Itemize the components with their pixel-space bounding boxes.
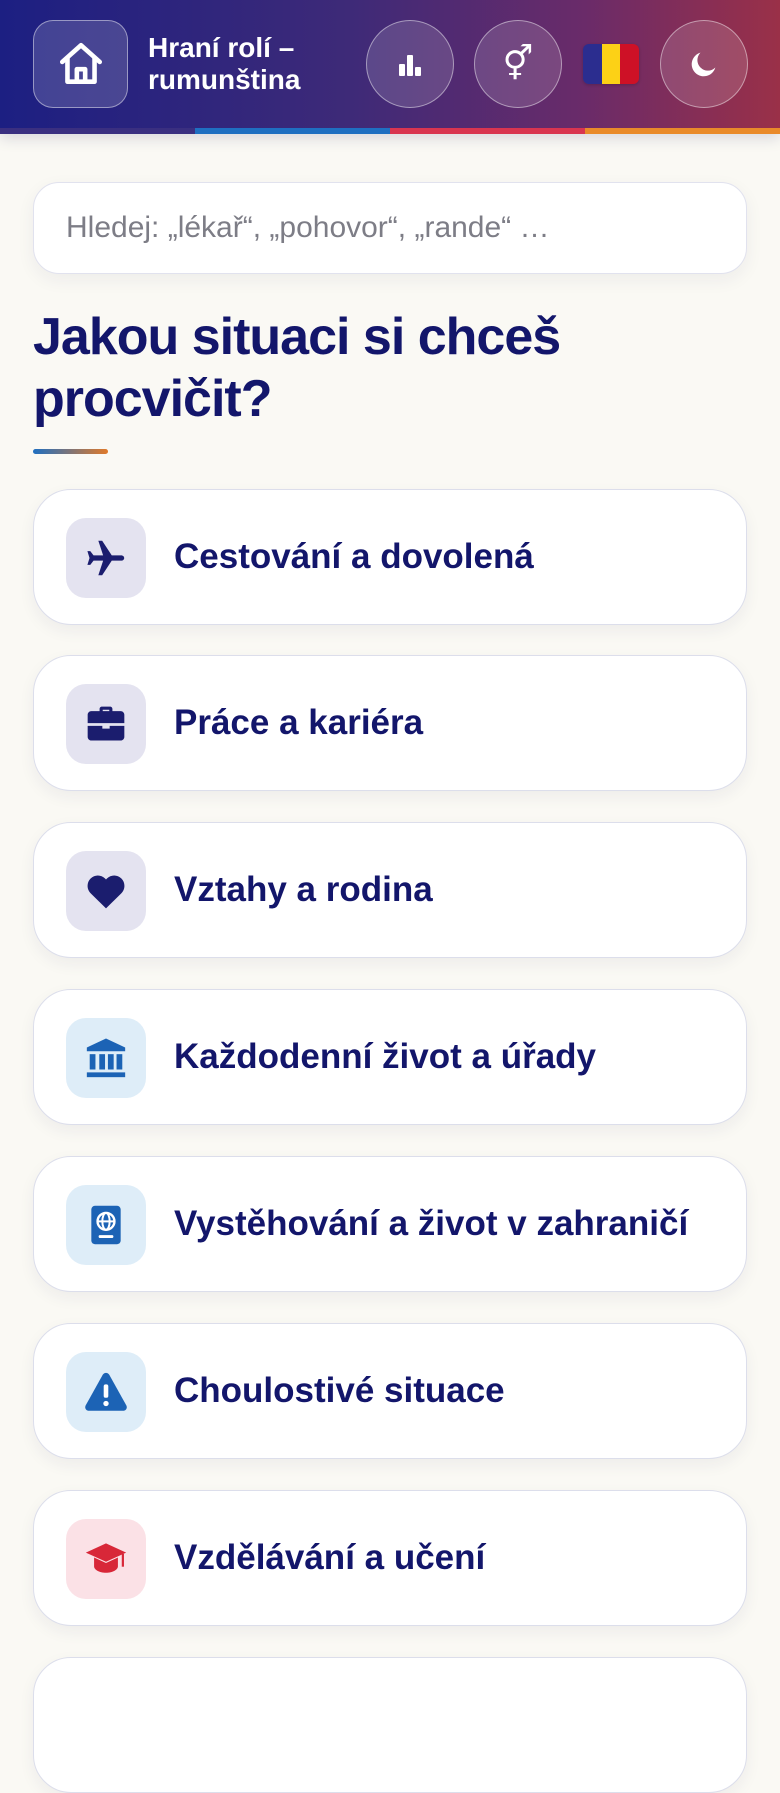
category-icon-box xyxy=(66,1519,146,1599)
category-label: Choulostivé situace xyxy=(174,1371,505,1410)
heart-icon xyxy=(87,875,125,909)
category-emigration[interactable]: Vystěhování a život v zahraničí xyxy=(33,1156,747,1292)
app-title: Hraní rolí – rumunština xyxy=(148,32,301,95)
plane-icon xyxy=(87,540,125,576)
gender-button[interactable]: ⚥ xyxy=(474,20,562,108)
passport-icon xyxy=(91,1205,121,1245)
warning-icon xyxy=(85,1372,127,1411)
category-label: Vystěhování a život v zahraničí xyxy=(174,1204,689,1243)
stats-button[interactable] xyxy=(366,20,454,108)
category-sensitive[interactable]: Choulostivé situace xyxy=(33,1323,747,1459)
category-icon-box xyxy=(66,1352,146,1432)
category-label: Vztahy a rodina xyxy=(174,870,433,909)
bank-icon xyxy=(86,1038,126,1078)
gender-icon: ⚥ xyxy=(502,45,534,83)
briefcase-icon xyxy=(87,706,125,741)
search-input[interactable] xyxy=(33,182,747,274)
category-everyday[interactable]: Každodenní život a úřady xyxy=(33,989,747,1125)
page-title: Jakou situaci si chceš procvičit? xyxy=(33,308,561,428)
graduation-cap-icon xyxy=(85,1543,127,1573)
category-label: Cestování a dovolená xyxy=(174,537,534,576)
category-next-partial[interactable] xyxy=(33,1657,747,1793)
category-education[interactable]: Vzdělávání a učení xyxy=(33,1490,747,1626)
category-relationships[interactable]: Vztahy a rodina xyxy=(33,822,747,958)
home-icon xyxy=(59,42,102,85)
header-color-stripe xyxy=(0,128,780,134)
category-work[interactable]: Práce a kariéra xyxy=(33,655,747,791)
category-icon-box xyxy=(66,851,146,931)
app-header: Hraní rolí – rumunština ⚥ xyxy=(0,0,780,134)
category-icon-box xyxy=(66,518,146,598)
category-icon-box xyxy=(66,1018,146,1098)
romania-flag-icon[interactable] xyxy=(583,44,639,84)
bar-chart-icon xyxy=(399,55,421,76)
category-travel[interactable]: Cestování a dovolená xyxy=(33,489,747,625)
category-icon-box xyxy=(66,1185,146,1265)
category-label: Práce a kariéra xyxy=(174,703,424,742)
theme-toggle-button[interactable] xyxy=(660,20,748,108)
category-label: Každodenní život a úřady xyxy=(174,1037,596,1076)
category-icon-box xyxy=(66,684,146,764)
moon-icon xyxy=(691,52,716,77)
home-button[interactable] xyxy=(33,20,128,108)
category-label: Vzdělávání a učení xyxy=(174,1538,486,1577)
title-underline xyxy=(33,449,108,454)
